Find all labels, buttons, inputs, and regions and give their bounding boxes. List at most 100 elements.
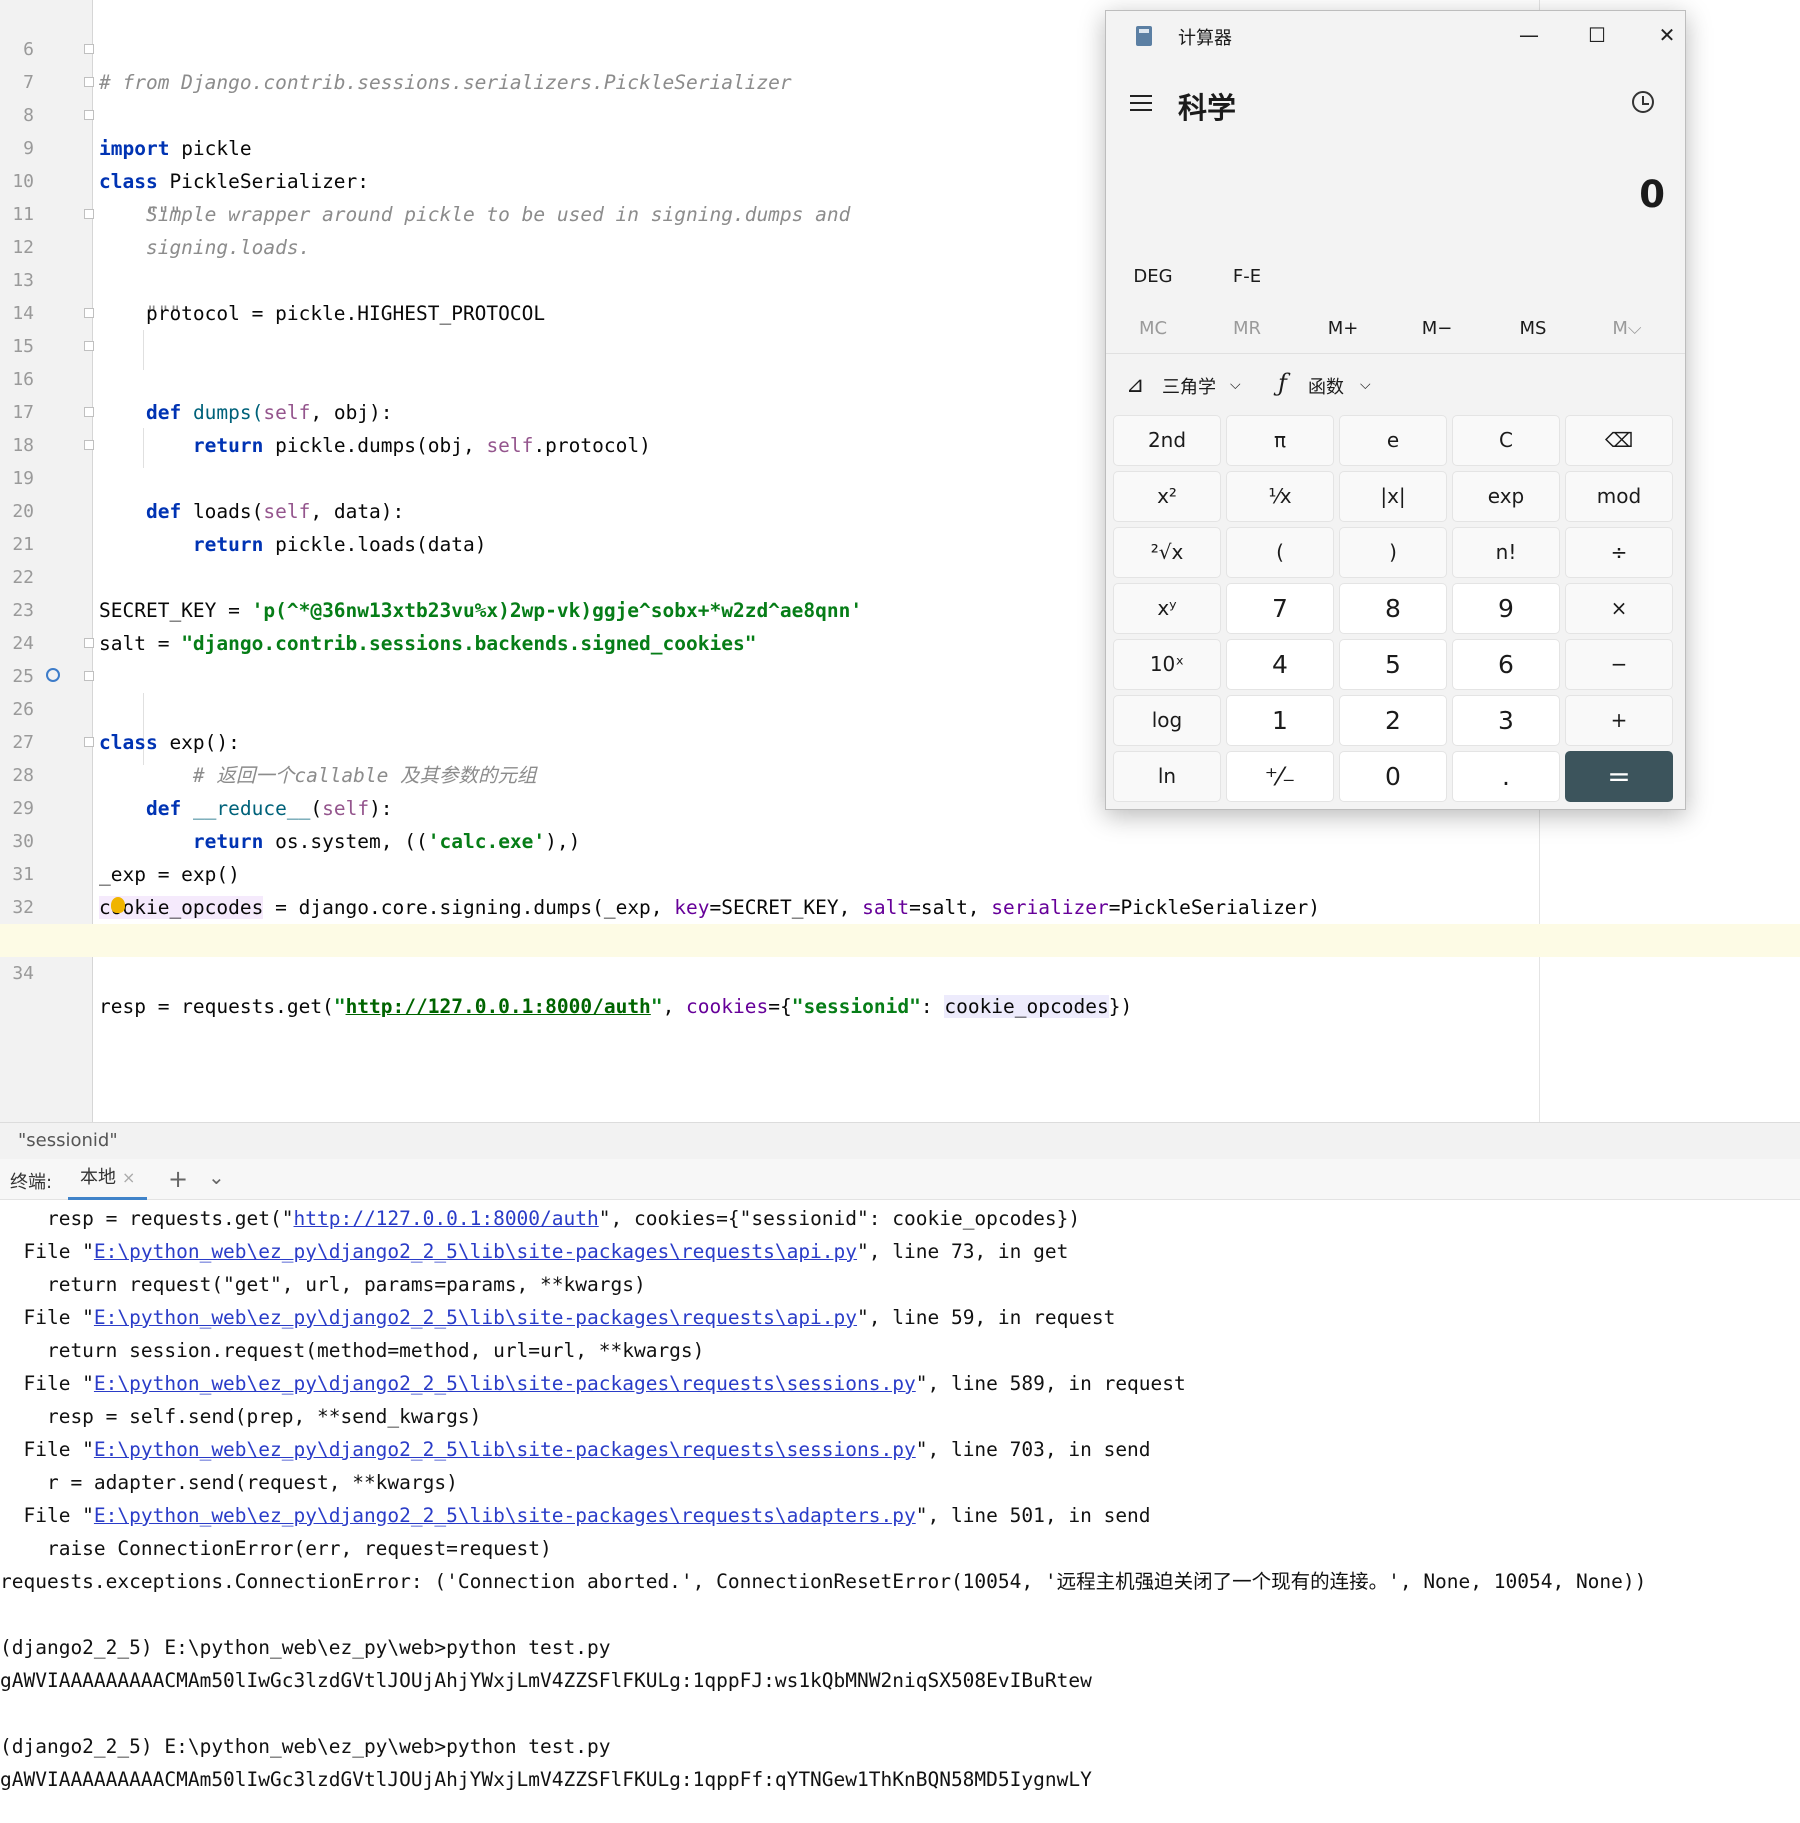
fold-marker-icon[interactable] xyxy=(84,737,94,747)
key-button[interactable]: ) xyxy=(1339,527,1447,578)
key-button[interactable]: × xyxy=(1565,583,1673,634)
key-button[interactable]: xʸ xyxy=(1113,583,1221,634)
chevron-down-icon[interactable]: ⌵ xyxy=(1360,377,1371,393)
key-button[interactable]: ln xyxy=(1113,751,1221,802)
terminal-tab-local[interactable]: 本地 × xyxy=(68,1159,148,1200)
lightbulb-icon[interactable] xyxy=(111,897,125,913)
terminal-text: File " xyxy=(0,1240,94,1263)
key-button[interactable]: − xyxy=(1565,639,1673,690)
key-button[interactable]: n! xyxy=(1452,527,1560,578)
deg-button[interactable]: DEG xyxy=(1128,257,1178,297)
chevron-down-icon[interactable]: ⌵ xyxy=(1230,377,1241,393)
code-line[interactable]: 32 print(cookie_opcodes) xyxy=(0,858,1800,952)
key-button[interactable]: exp xyxy=(1452,471,1560,522)
code-line[interactable]: 31 cookie_opcodes = django.core.signing.… xyxy=(0,825,1800,919)
key-button[interactable]: e xyxy=(1339,415,1447,466)
file-path-link[interactable]: E:\python_web\ez_py\django2_2_5\lib\site… xyxy=(94,1438,916,1461)
memory-ms-button[interactable]: MS xyxy=(1508,309,1558,349)
file-path-link[interactable]: http://127.0.0.1:8000/auth xyxy=(294,1207,599,1230)
chevron-down-icon[interactable]: ⌄ xyxy=(208,1165,225,1189)
file-path-link[interactable]: E:\python_web\ez_py\django2_2_5\lib\site… xyxy=(94,1306,857,1329)
terminal-text: File " xyxy=(0,1504,94,1527)
terminal-line: File "E:\python_web\ez_py\django2_2_5\li… xyxy=(0,1301,1800,1334)
file-path-link[interactable]: E:\python_web\ez_py\django2_2_5\lib\site… xyxy=(94,1504,916,1527)
calculator-titlebar[interactable]: 计算器 — ☐ ✕ xyxy=(1106,11,1685,59)
key-button[interactable]: 6 xyxy=(1452,639,1560,690)
maximize-button[interactable]: ☐ xyxy=(1572,19,1622,51)
key-button[interactable]: + xyxy=(1565,695,1673,746)
key-button[interactable]: . xyxy=(1452,751,1560,802)
key-button[interactable]: 9 xyxy=(1452,583,1560,634)
key-button[interactable]: 10ˣ xyxy=(1113,639,1221,690)
terminal-text: raise ConnectionError(err, request=reque… xyxy=(0,1537,552,1560)
fold-marker-icon[interactable] xyxy=(84,44,94,54)
memory-m-minus-button[interactable]: M− xyxy=(1412,309,1462,349)
function-dropdown[interactable]: 函数 xyxy=(1308,373,1344,399)
add-tab-icon[interactable]: + xyxy=(168,1165,188,1193)
fold-marker-icon[interactable] xyxy=(84,308,94,318)
angle-row: DEG F-E xyxy=(1106,257,1685,297)
terminal-text: ", cookies={"sessionid": cookie_opcodes}… xyxy=(598,1207,1081,1230)
fold-marker-icon[interactable] xyxy=(84,440,94,450)
terminal-text: ", line 703, in send xyxy=(915,1438,1151,1461)
key-button[interactable]: ¹⁄x xyxy=(1226,471,1334,522)
key-button[interactable]: 0 xyxy=(1339,751,1447,802)
key-button[interactable]: 2nd xyxy=(1113,415,1221,466)
fold-marker-icon[interactable] xyxy=(84,110,94,120)
minimize-button[interactable]: — xyxy=(1504,19,1554,51)
fold-marker-icon[interactable] xyxy=(84,209,94,219)
fe-button[interactable]: F-E xyxy=(1222,257,1272,297)
key-button[interactable]: 8 xyxy=(1339,583,1447,634)
history-icon[interactable] xyxy=(1632,91,1654,113)
terminal-output[interactable]: resp = requests.get("http://127.0.0.1:80… xyxy=(0,1200,1800,1823)
close-icon[interactable]: × xyxy=(122,1168,135,1187)
close-button[interactable]: ✕ xyxy=(1642,19,1692,51)
terminal-text: File " xyxy=(0,1438,94,1461)
url-link[interactable]: http://127.0.0.1:8000/auth xyxy=(346,995,651,1018)
calculator-window[interactable]: 计算器 — ☐ ✕ 科学 0 DEG F-E MC MR M+ M− MS M⌵ ⊿ 三角… xyxy=(1105,10,1686,810)
memory-mc-button[interactable]: MC xyxy=(1128,309,1178,349)
key-button[interactable]: 7 xyxy=(1226,583,1334,634)
calculator-display: 0 xyxy=(1639,173,1665,216)
key-button[interactable]: ²√x xyxy=(1113,527,1221,578)
key-button[interactable]: log xyxy=(1113,695,1221,746)
memory-mr-button[interactable]: MR xyxy=(1222,309,1272,349)
fold-marker-icon[interactable] xyxy=(84,671,94,681)
terminal-text: File " xyxy=(0,1372,94,1395)
fold-marker-icon[interactable] xyxy=(84,77,94,87)
override-method-icon[interactable] xyxy=(46,668,60,682)
memory-m-plus-button[interactable]: M+ xyxy=(1318,309,1368,349)
file-path-link[interactable]: E:\python_web\ez_py\django2_2_5\lib\site… xyxy=(94,1240,857,1263)
menu-icon[interactable] xyxy=(1130,95,1152,111)
key-button[interactable]: π xyxy=(1226,415,1334,466)
terminal-text: gAWVIAAAAAAAAACMAm50lIwGc3lzdGVtlJOUjAhj… xyxy=(0,1669,1092,1692)
key-button[interactable]: 4 xyxy=(1226,639,1334,690)
key-button[interactable]: = xyxy=(1565,751,1673,802)
key-button[interactable]: ÷ xyxy=(1565,527,1673,578)
code-line[interactable]: 33 xyxy=(0,891,1800,951)
fold-marker-icon[interactable] xyxy=(84,341,94,351)
key-button[interactable]: 2 xyxy=(1339,695,1447,746)
key-button[interactable]: ⁺⁄₋ xyxy=(1226,751,1334,802)
trig-dropdown[interactable]: 三角学 xyxy=(1162,373,1216,399)
code-text: ={ xyxy=(768,995,792,1018)
key-button[interactable]: C xyxy=(1452,415,1560,466)
memory-m-list-button[interactable]: M⌵ xyxy=(1602,309,1652,349)
key-button[interactable]: ⌫ xyxy=(1565,415,1673,466)
key-button[interactable]: ( xyxy=(1226,527,1334,578)
file-path-link[interactable]: E:\python_web\ez_py\django2_2_5\lib\site… xyxy=(94,1372,916,1395)
key-button[interactable]: |x| xyxy=(1339,471,1447,522)
code-line-current[interactable]: 34 resp = requests.get("http://127.0.0.1… xyxy=(0,924,1800,1018)
terminal-line: File "E:\python_web\ez_py\django2_2_5\li… xyxy=(0,1367,1800,1400)
editor-breadcrumb-bar: "sessionid" xyxy=(0,1122,1800,1160)
fold-marker-icon[interactable] xyxy=(84,638,94,648)
key-button[interactable]: 1 xyxy=(1226,695,1334,746)
keypad: 2nd π e C ⌫ x² ¹⁄x |x| exp mod ²√x() n! ÷ xʸ 7 8 9 × 10ˣ 4 5… xyxy=(1113,415,1678,805)
key-button[interactable]: mod xyxy=(1565,471,1673,522)
key-button[interactable]: 5 xyxy=(1339,639,1447,690)
key-button[interactable]: x² xyxy=(1113,471,1221,522)
fold-marker-icon[interactable] xyxy=(84,407,94,417)
key-button[interactable]: 3 xyxy=(1452,695,1560,746)
terminal-label: 终端: xyxy=(10,1172,53,1193)
divider xyxy=(1106,353,1685,354)
